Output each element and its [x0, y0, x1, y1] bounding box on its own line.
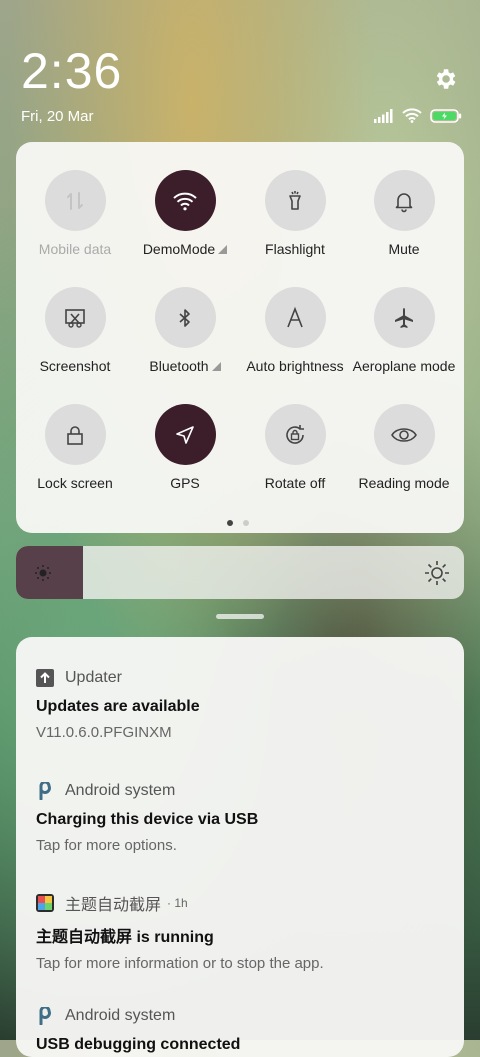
android-system-icon	[36, 782, 54, 800]
tile-demomode[interactable]: DemoMode	[130, 170, 240, 257]
theme-app-icon	[36, 894, 54, 912]
brightness-slider[interactable]	[16, 546, 464, 599]
notification-charging[interactable]: Android system Charging this device via …	[36, 780, 446, 854]
date[interactable]: Fri, 20 Mar	[21, 108, 94, 125]
tile-aeroplane-mode[interactable]: Aeroplane mode	[349, 287, 459, 374]
notification-title: USB debugging connected	[36, 1036, 241, 1053]
tile-lock-screen[interactable]: Lock screen	[20, 404, 130, 491]
notification-title: Charging this device via USB	[36, 811, 259, 828]
screenshot-icon	[44, 287, 106, 348]
brightness-low-icon	[35, 565, 51, 581]
more-options-icon	[218, 245, 228, 254]
notification-text: Tap for more information or to stop the …	[36, 955, 324, 972]
tile-bluetooth[interactable]: Bluetooth	[130, 287, 240, 374]
tile-rotate-off[interactable]: Rotate off	[240, 404, 350, 491]
flashlight-icon	[264, 170, 326, 231]
status-header: 2:36 Fri, 20 Mar	[0, 0, 480, 140]
android-system-icon	[36, 1007, 54, 1025]
tile-label: Flashlight	[265, 241, 325, 257]
location-icon	[154, 404, 216, 465]
more-options-icon	[211, 362, 221, 371]
tile-auto-brightness[interactable]: Auto brightness	[240, 287, 350, 374]
notification-text: Tap for more options.	[36, 837, 177, 854]
page-indicator	[227, 520, 249, 526]
tile-label: Auto brightness	[246, 358, 344, 374]
eye-icon	[373, 404, 435, 465]
notification-title: 主题自动截屏 is running	[36, 929, 214, 946]
tile-label: Mute	[388, 241, 420, 257]
notification-theme-app[interactable]: 主题自动截屏 · 1h 主题自动截屏 is running Tap for mo…	[36, 892, 446, 972]
page-dot-active[interactable]	[227, 520, 233, 526]
tile-reading-mode[interactable]: Reading mode	[349, 404, 459, 491]
notification-title: Updates are available	[36, 698, 200, 715]
tile-label: GPS	[170, 475, 200, 491]
system-icons	[374, 108, 462, 123]
wifi-status-icon	[402, 108, 422, 123]
notification-app-name: Updater	[65, 669, 122, 686]
tile-label: Mobile data	[38, 241, 112, 257]
notification-app-name: 主题自动截屏	[65, 897, 162, 914]
tile-label: Screenshot	[39, 358, 111, 374]
wifi-icon	[154, 170, 216, 231]
tile-screenshot[interactable]: Screenshot	[20, 287, 130, 374]
tile-label: Lock screen	[37, 475, 113, 491]
brightness-high-icon	[425, 561, 449, 585]
mobile-data-icon	[44, 170, 106, 231]
notification-updater[interactable]: Updater Updates are available V11.0.6.0.…	[36, 667, 446, 741]
notification-time: · 1h	[167, 896, 188, 910]
bluetooth-icon	[154, 287, 216, 348]
notification-app-name: Android system	[65, 782, 176, 799]
tile-flashlight[interactable]: Flashlight	[240, 170, 350, 257]
rotate-lock-icon	[264, 404, 326, 465]
auto-brightness-icon	[264, 287, 326, 348]
tile-gps[interactable]: GPS	[130, 404, 240, 491]
tile-label: Bluetooth	[149, 358, 209, 374]
tile-label: Reading mode	[358, 475, 450, 491]
quick-settings-panel: Mobile data DemoMode Flashlight Mute Scr…	[16, 142, 464, 533]
tile-label: Aeroplane mode	[352, 358, 456, 374]
drag-handle[interactable]	[216, 614, 264, 619]
tile-mute[interactable]: Mute	[349, 170, 459, 257]
updater-icon	[36, 669, 54, 687]
bell-icon	[373, 170, 435, 231]
page-dot[interactable]	[243, 520, 249, 526]
tile-label: DemoMode	[142, 241, 216, 257]
signal-icon	[374, 108, 393, 123]
airplane-icon	[373, 287, 435, 348]
tile-mobile-data[interactable]: Mobile data	[20, 170, 130, 257]
lock-icon	[44, 404, 106, 465]
tile-label: Rotate off	[264, 475, 326, 491]
battery-charging-icon	[430, 108, 462, 123]
notification-app-name: Android system	[65, 1007, 176, 1024]
gear-icon[interactable]	[432, 66, 458, 92]
notification-usb-debugging[interactable]: Android system USB debugging connected	[36, 1005, 446, 1054]
clock[interactable]: 2:36	[21, 42, 122, 100]
notification-text: V11.0.6.0.PFGINXM	[36, 724, 172, 741]
notification-panel: Updater Updates are available V11.0.6.0.…	[16, 637, 464, 1057]
